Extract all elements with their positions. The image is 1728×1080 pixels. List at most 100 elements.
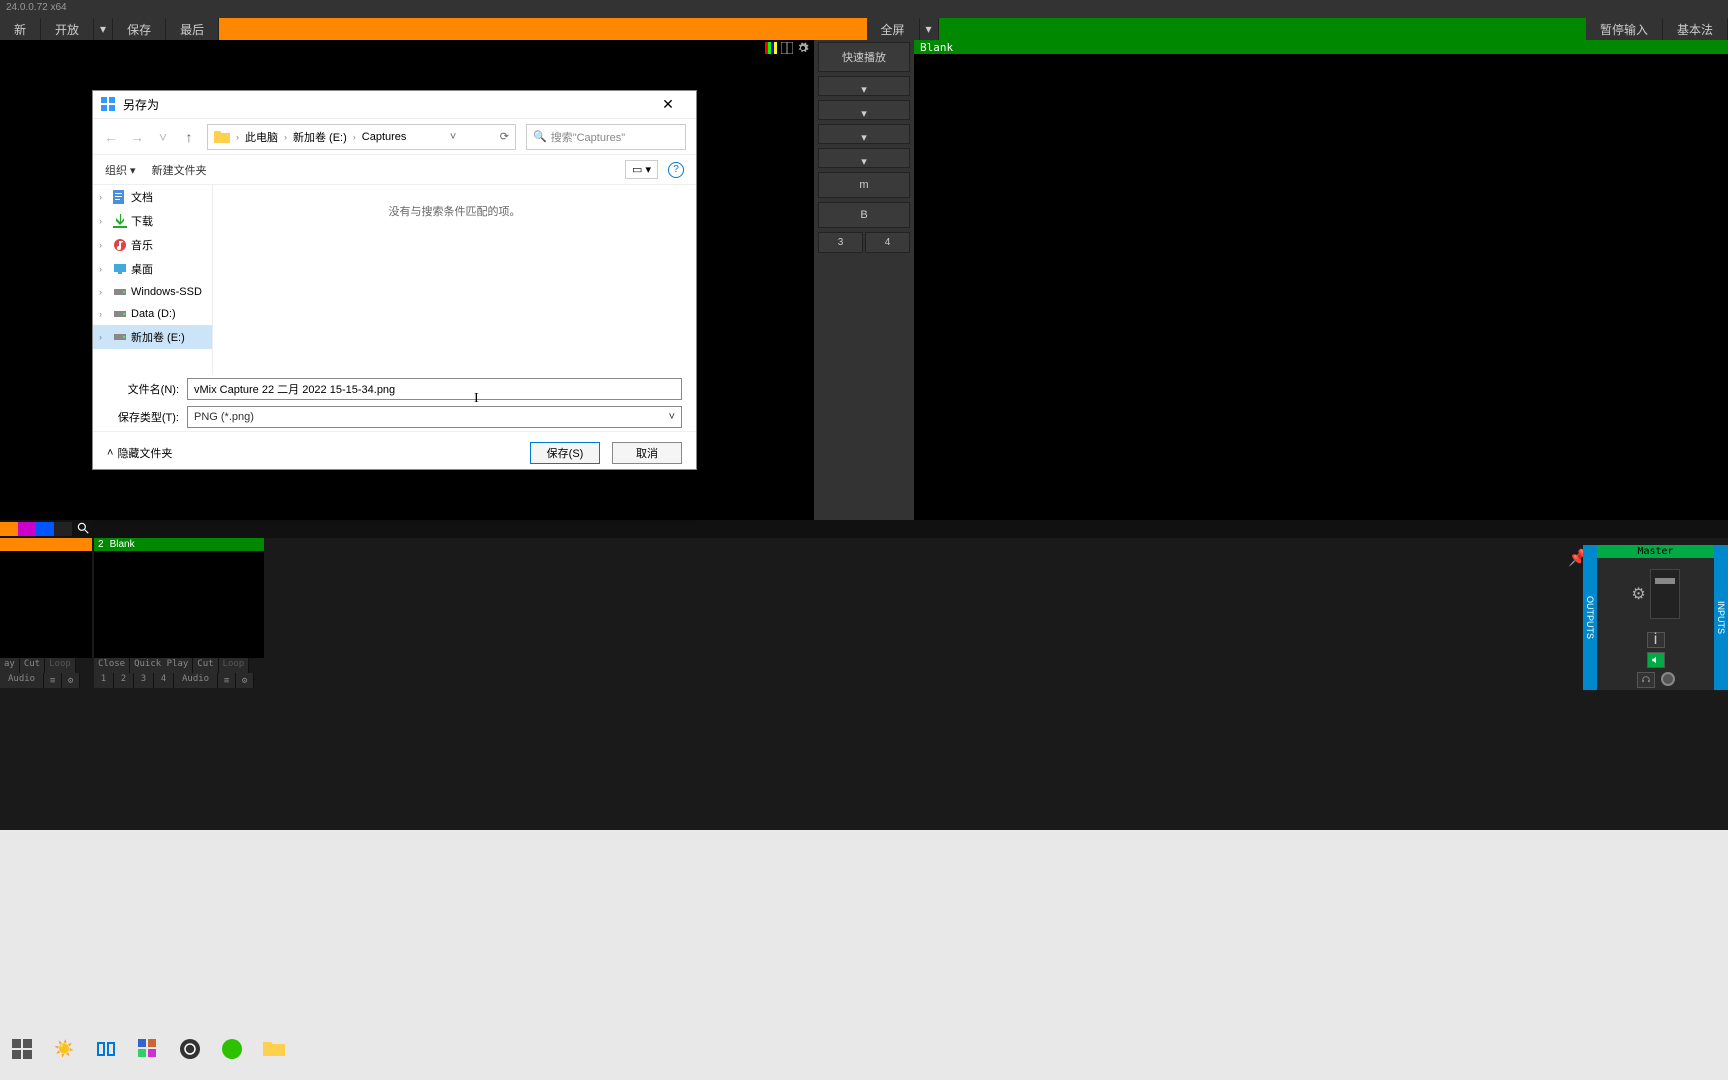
explorer-icon[interactable]: [260, 1035, 288, 1063]
transition-3[interactable]: ▾: [818, 124, 910, 144]
new-folder-button[interactable]: 新建文件夹: [152, 162, 207, 178]
tree-item-E[interactable]: ›新加卷 (E:): [93, 325, 212, 349]
dialog-app-icon: [101, 97, 117, 113]
gear-icon[interactable]: [796, 41, 810, 55]
save-button[interactable]: 保存: [113, 18, 166, 40]
quick-play-button[interactable]: 快速播放: [818, 42, 910, 72]
crumb-folder[interactable]: Captures: [362, 131, 407, 143]
tile-2-preview[interactable]: [94, 551, 264, 658]
tile-1-cut[interactable]: Cut: [20, 658, 45, 673]
tile-2-ov1[interactable]: 1: [94, 673, 114, 688]
tile-1-header[interactable]: [0, 538, 92, 551]
basic-button[interactable]: 基本法: [1663, 18, 1728, 40]
tile-2-ov4[interactable]: 4: [154, 673, 174, 688]
ftb-button[interactable]: m: [818, 172, 910, 198]
last-button[interactable]: 最后: [166, 18, 219, 40]
tile-2-header[interactable]: 2 Blank: [94, 538, 264, 551]
tile-1-play[interactable]: ay: [0, 658, 20, 673]
help-icon[interactable]: ?: [668, 162, 684, 178]
outputs-tab[interactable]: OUTPUTS: [1583, 545, 1597, 690]
crumb-drive[interactable]: 新加卷 (E:): [293, 129, 347, 145]
search-placeholder: 搜索"Captures": [551, 129, 625, 145]
overlay-3[interactable]: 3: [818, 232, 863, 253]
inputs-tab[interactable]: INPUTS: [1714, 545, 1728, 690]
taskview-icon[interactable]: [92, 1035, 120, 1063]
organize-button[interactable]: 组织 ▾: [105, 162, 136, 178]
filename-input[interactable]: [187, 378, 682, 400]
start-icon[interactable]: [8, 1035, 36, 1063]
obs-icon[interactable]: [176, 1035, 204, 1063]
tree-item-[interactable]: ›下载: [93, 209, 212, 233]
category-orange[interactable]: [0, 522, 18, 536]
tree-item-DataD[interactable]: ›Data (D:): [93, 303, 212, 325]
tile-2-ov3[interactable]: 3: [134, 673, 154, 688]
nav-back-icon[interactable]: ←: [103, 129, 119, 145]
tile-2-ov2[interactable]: 2: [114, 673, 134, 688]
tile-2-loop[interactable]: Loop: [219, 658, 250, 673]
file-list[interactable]: 没有与搜索条件匹配的项。: [213, 185, 696, 375]
filename-label: 文件名(N):: [107, 381, 179, 397]
refresh-icon[interactable]: ⟳: [500, 130, 509, 143]
widgets-icon[interactable]: [134, 1035, 162, 1063]
tile-1-audio[interactable]: Audio: [0, 673, 44, 688]
nav-recent-icon[interactable]: ˅: [155, 129, 171, 145]
b-button[interactable]: B: [818, 202, 910, 228]
fullscreen-dropdown[interactable]: ▾: [920, 18, 939, 40]
layout-icon[interactable]: [780, 41, 794, 55]
category-blue[interactable]: [36, 522, 54, 536]
tile-1-preview[interactable]: [0, 551, 92, 658]
pin-icon[interactable]: 📌: [1568, 548, 1582, 562]
save-dialog-button[interactable]: 保存(S): [530, 442, 600, 464]
tile-2-close[interactable]: Close: [94, 658, 130, 673]
cancel-button[interactable]: 取消: [612, 442, 682, 464]
nav-up-icon[interactable]: ↑: [181, 129, 197, 145]
master-fader[interactable]: [1650, 569, 1680, 619]
crumb-pc[interactable]: 此电脑: [245, 129, 278, 145]
new-button[interactable]: 新: [0, 18, 41, 40]
hide-folders-toggle[interactable]: ˄ 隐藏文件夹: [107, 445, 172, 461]
speaker-icon[interactable]: [1647, 652, 1665, 668]
tile-1-gear-icon[interactable]: ⚙: [62, 673, 80, 688]
open-dropdown[interactable]: ▾: [94, 18, 113, 40]
tile-2-cut[interactable]: Cut: [193, 658, 218, 673]
tile-1-list-icon[interactable]: ≡: [44, 673, 62, 688]
tile-2-gear-icon[interactable]: ⚙: [236, 673, 254, 688]
tree-item-WindowsSSD[interactable]: ›Windows-SSD: [93, 281, 212, 303]
addr-dropdown-icon[interactable]: ˅: [450, 131, 456, 143]
search-icon[interactable]: [76, 521, 92, 537]
address-bar[interactable]: › 此电脑 › 新加卷 (E:) › Captures ˅ ⟳: [207, 124, 516, 150]
master-gear-icon[interactable]: ⚙: [1631, 584, 1645, 604]
category-magenta[interactable]: [18, 522, 36, 536]
category-tabs: [0, 520, 1728, 538]
transition-2[interactable]: ▾: [818, 100, 910, 120]
chevron-down-icon: ˅: [669, 411, 675, 423]
headphones-icon[interactable]: [1637, 672, 1655, 688]
tile-2-quickplay[interactable]: Quick Play: [130, 658, 193, 673]
weather-icon[interactable]: ☀️: [50, 1035, 78, 1063]
overlay-4[interactable]: 4: [865, 232, 910, 253]
transition-1[interactable]: ▾: [818, 76, 910, 96]
info-icon[interactable]: i: [1647, 632, 1665, 648]
tile-2-audio[interactable]: Audio: [174, 673, 218, 688]
pan-knob[interactable]: [1661, 672, 1675, 686]
colorbar-icon[interactable]: [764, 41, 778, 55]
tree-item-[interactable]: ›桌面: [93, 257, 212, 281]
tree-item-[interactable]: ›文档: [93, 185, 212, 209]
filetype-select[interactable]: PNG (*.png) ˅: [187, 406, 682, 428]
wechat-icon[interactable]: [218, 1035, 246, 1063]
close-icon[interactable]: ✕: [648, 96, 688, 113]
fullscreen-button[interactable]: 全屏: [867, 18, 920, 40]
dialog-titlebar[interactable]: 另存为 ✕: [93, 91, 696, 119]
search-input[interactable]: 🔍 搜索"Captures": [526, 124, 686, 150]
nav-forward-icon[interactable]: →: [129, 129, 145, 145]
view-mode-icon[interactable]: ▭ ▾: [625, 160, 658, 179]
tile-2-list-icon[interactable]: ≡: [218, 673, 236, 688]
toolbar-spacer-green: [939, 18, 1586, 40]
pause-input-button[interactable]: 暂停输入: [1586, 18, 1663, 40]
open-button[interactable]: 开放: [41, 18, 94, 40]
tree-item-[interactable]: ›音乐: [93, 233, 212, 257]
program-video[interactable]: [914, 54, 1728, 520]
tile-1-loop[interactable]: Loop: [45, 658, 76, 673]
transition-4[interactable]: ▾: [818, 148, 910, 168]
category-black[interactable]: [54, 522, 72, 536]
